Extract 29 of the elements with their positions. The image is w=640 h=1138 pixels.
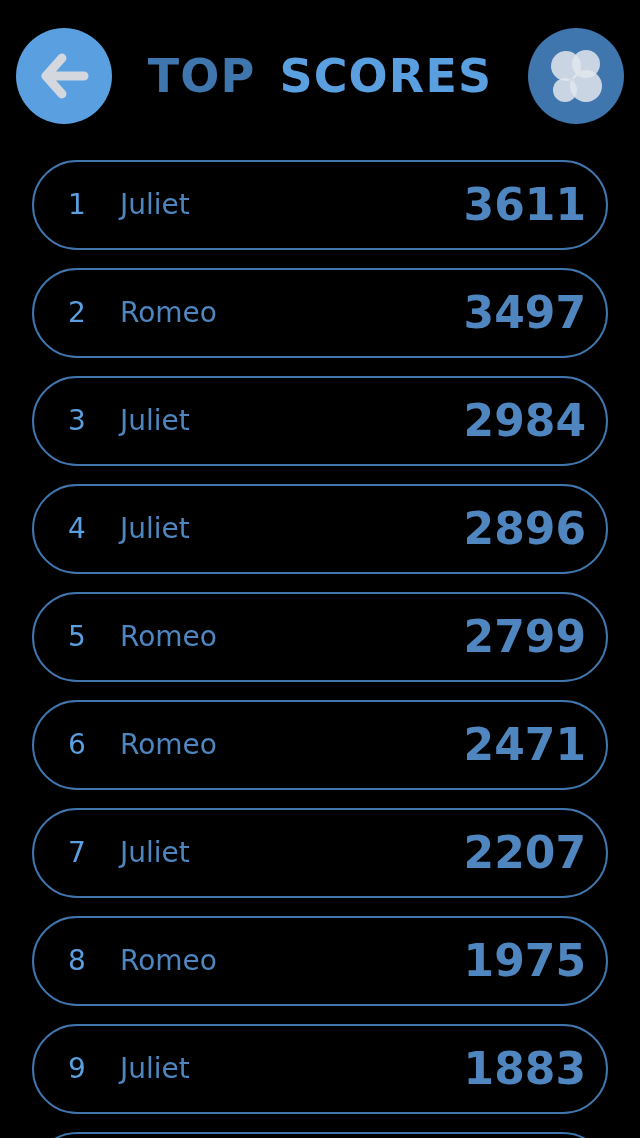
- score: 2471: [463, 718, 586, 772]
- rank: 1: [68, 187, 87, 223]
- rank: 6: [68, 727, 87, 763]
- score: 2896: [463, 502, 586, 556]
- player-name: Romeo: [120, 727, 218, 763]
- rank: 9: [68, 1051, 87, 1087]
- player-name: Romeo: [120, 295, 218, 331]
- player-name: Romeo: [120, 943, 218, 979]
- player-name: Juliet: [120, 403, 191, 439]
- title-word: SCORES: [279, 53, 493, 99]
- rank: 8: [68, 943, 87, 979]
- player-name: Juliet: [120, 511, 191, 547]
- player-name: Romeo: [120, 619, 218, 655]
- rank: 4: [68, 511, 87, 547]
- score: 3497: [463, 286, 586, 340]
- rank: 3: [68, 403, 87, 439]
- rank: 5: [68, 619, 87, 655]
- player-name: Juliet: [120, 835, 191, 871]
- score: 2799: [463, 610, 586, 664]
- score: 3611: [463, 178, 586, 232]
- rank: 2: [68, 295, 87, 331]
- title-word: TOP: [147, 53, 256, 99]
- score: 2207: [463, 826, 586, 880]
- rank: 7: [68, 835, 87, 871]
- player-name: Juliet: [120, 187, 191, 223]
- score: 1883: [463, 1042, 586, 1096]
- score: 1975: [463, 934, 586, 988]
- score: 2984: [463, 394, 586, 448]
- player-name: Juliet: [120, 1051, 191, 1087]
